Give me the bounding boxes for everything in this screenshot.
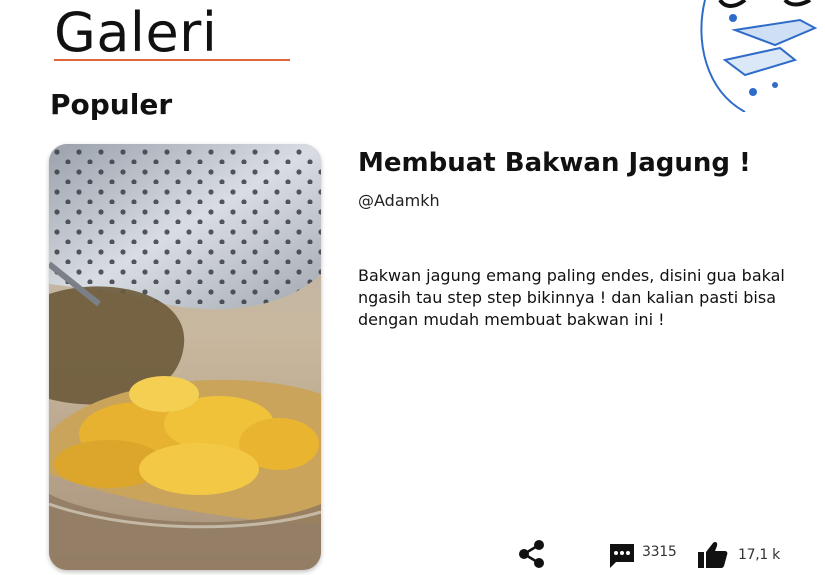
like-count: 17,1 k [738, 547, 780, 563]
comment-button[interactable]: 3315 [608, 542, 677, 570]
comment-count: 3315 [642, 544, 677, 560]
section-label: Populer [50, 88, 173, 121]
post-image[interactable] [49, 144, 321, 570]
comment-icon [608, 542, 636, 570]
share-button[interactable] [518, 539, 546, 569]
post-title[interactable]: Membuat Bakwan Jagung ! [358, 146, 751, 180]
share-icon [518, 539, 546, 569]
post-actions: 3315 17,1 k [0, 535, 825, 575]
decorative-illustration [675, 0, 825, 112]
fried-corn-fritter-photo [49, 144, 321, 570]
post-author[interactable]: @Adamkh [358, 190, 440, 212]
page-title: Galeri [54, 1, 218, 64]
like-button[interactable]: 17,1 k [698, 541, 780, 569]
thumbs-up-icon [698, 541, 728, 569]
title-underline [54, 59, 290, 61]
post-description: Bakwan jagung emang paling endes, disini… [358, 266, 785, 329]
